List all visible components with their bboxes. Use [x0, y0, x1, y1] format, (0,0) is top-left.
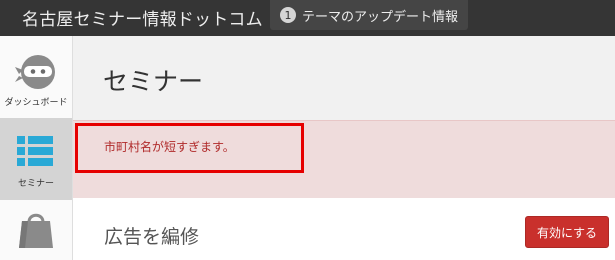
- theme-updates-label: テーマのアップデート情報: [302, 9, 459, 25]
- admin-top-bar: 名古屋セミナー情報ドットコム 1 テーマのアップデート情報: [0, 0, 615, 36]
- sidebar-item-label: セミナー: [17, 179, 54, 189]
- sidebar-item-seminar[interactable]: セミナー: [0, 118, 72, 200]
- main-content: セミナー 市町村名が短すぎます。 広告を編修 有効にする: [73, 36, 615, 260]
- sidebar-item-dashboard[interactable]: ダッシュボード: [0, 36, 72, 118]
- site-title-link[interactable]: 名古屋セミナー情報ドットコム: [22, 5, 263, 30]
- page-title: セミナー: [103, 67, 204, 96]
- list-icon: [17, 136, 53, 170]
- theme-updates-button[interactable]: 1 テーマのアップデート情報: [270, 0, 469, 30]
- admin-sidebar: ダッシュボード セミナー: [0, 36, 73, 260]
- ninja-icon: [14, 52, 58, 96]
- update-count-badge: 1: [280, 7, 296, 23]
- error-notice: 市町村名が短すぎます。: [73, 120, 615, 199]
- sidebar-item-shop[interactable]: [0, 200, 72, 260]
- edit-ad-panel: 広告を編修 有効にする: [73, 198, 615, 260]
- error-message: 市町村名が短すぎます。: [104, 140, 235, 154]
- panel-title: 広告を編修: [104, 226, 200, 248]
- activate-button[interactable]: 有効にする: [525, 216, 609, 248]
- shopping-bag-icon: [16, 208, 56, 252]
- sidebar-item-label: ダッシュボード: [4, 98, 68, 108]
